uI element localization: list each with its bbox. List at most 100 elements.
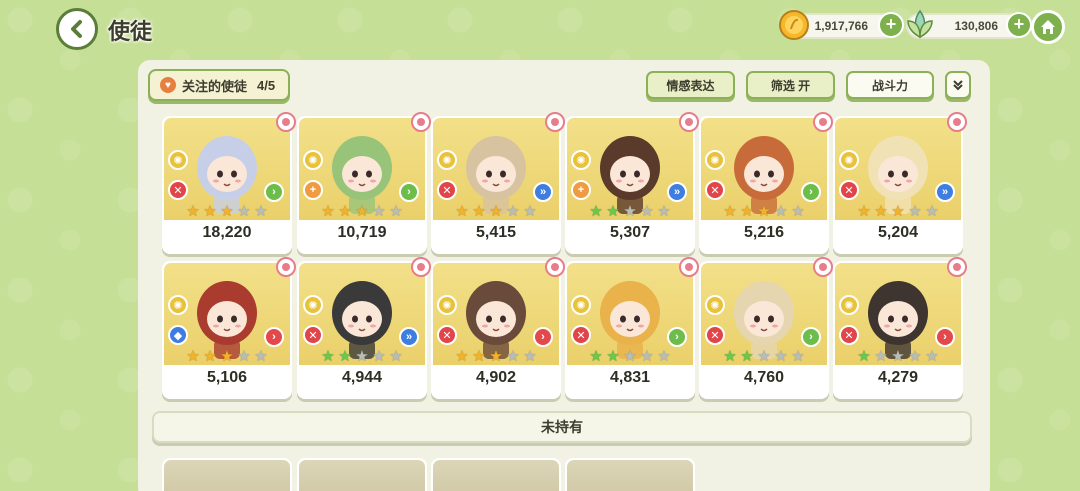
star-icon: ★ (723, 203, 737, 220)
add-crystal-button[interactable]: + (1006, 12, 1032, 38)
star-icon: ★ (891, 348, 905, 365)
star-icon: ★ (220, 203, 234, 220)
star-icon: ★ (589, 348, 603, 365)
favorite-flower-icon[interactable] (679, 112, 699, 132)
sun-element-icon: ✺ (168, 150, 188, 170)
combat-power: 4,902 (475, 369, 517, 386)
combat-power: 5,216 (743, 224, 785, 241)
star-icon: ★ (372, 203, 386, 220)
role-atk-icon: ✕ (839, 325, 859, 345)
arrow-red-icon: › (264, 327, 284, 347)
apostle-chibi-art (197, 136, 257, 214)
role-atk-icon: ✕ (839, 180, 859, 200)
star-rating: ★ ★ ★ ★ ★ (833, 349, 963, 365)
apostle-card[interactable]: ✺ ✕ › ★ ★ ★ ★ ★ 4,902 (431, 257, 565, 399)
star-icon: ★ (455, 203, 469, 220)
apostle-card[interactable]: ✺ ✕ › ★ ★ ★ ★ ★ 4,831 (565, 257, 699, 399)
star-rating: ★ ★ ★ ★ ★ (699, 204, 829, 220)
arrow-red-icon: › (935, 327, 955, 347)
back-button[interactable] (56, 8, 98, 50)
apostle-card[interactable]: ✺ ✕» ★ ★ ★ ★ ★ 4,944 (297, 257, 431, 399)
favorite-flower-icon[interactable] (411, 112, 431, 132)
favorite-flower-icon[interactable] (545, 112, 565, 132)
apostle-card[interactable]: ✺ ✕ › ★ ★ ★ ★ ★ 4,760 (699, 257, 833, 399)
apostle-card[interactable]: ✺ ◆ › ★ ★ ★ ★ ★ 5,106 (162, 257, 296, 399)
star-icon: ★ (791, 203, 805, 220)
crystal-amount: 130,806 (954, 19, 998, 33)
unowned-apostle-card[interactable] (297, 458, 427, 491)
apostle-chibi-art (600, 136, 660, 214)
gold-currency: 1,917,766 + (779, 10, 904, 42)
role-sup-icon: + (571, 180, 591, 200)
star-rating: ★ ★ ★ ★ ★ (162, 349, 292, 365)
apostle-chibi-art (868, 136, 928, 214)
sort-power-button[interactable]: 战斗力 (846, 71, 934, 99)
role-atk-icon: ✕ (168, 180, 188, 200)
favorite-flower-icon[interactable] (679, 257, 699, 277)
star-icon: ★ (606, 203, 620, 220)
role-atk-icon: ✕ (303, 325, 323, 345)
apostle-silhouette (567, 460, 693, 491)
favorite-flower-icon[interactable] (411, 257, 431, 277)
arrow-green-icon: › (801, 182, 821, 202)
chevron-left-icon (71, 20, 82, 38)
star-icon: ★ (321, 203, 335, 220)
star-icon: ★ (489, 348, 503, 365)
star-icon: ★ (338, 203, 352, 220)
emotion-button[interactable]: 情感表达 (646, 71, 735, 99)
gold-amount: 1,917,766 (814, 19, 868, 33)
collapse-button[interactable] (945, 71, 971, 99)
star-icon: ★ (925, 203, 939, 220)
sun-element-icon: ✺ (303, 150, 323, 170)
favorite-flower-icon[interactable] (276, 257, 296, 277)
apostle-card[interactable]: ✺ ✕ › ★ ★ ★ ★ ★ 18,220 (162, 112, 296, 254)
star-icon: ★ (774, 203, 788, 220)
star-rating: ★ ★ ★ ★ ★ (162, 204, 292, 220)
combat-power: 5,204 (877, 224, 919, 241)
star-icon: ★ (237, 203, 251, 220)
star-rating: ★ ★ ★ ★ ★ (297, 204, 427, 220)
apostle-card[interactable]: ✺ + › ★ ★ ★ ★ ★ 10,719 (297, 112, 431, 254)
filter-button[interactable]: 筛选 开 (746, 71, 835, 99)
apostle-chibi-art (734, 136, 794, 214)
star-rating: ★ ★ ★ ★ ★ (699, 349, 829, 365)
unowned-apostle-card[interactable] (565, 458, 695, 491)
star-icon: ★ (355, 203, 369, 220)
apostle-card[interactable]: ✺ ✕ › ★ ★ ★ ★ ★ 4,279 (833, 257, 967, 399)
sun-element-icon: ✺ (168, 295, 188, 315)
star-icon: ★ (757, 203, 771, 220)
star-icon: ★ (857, 203, 871, 220)
add-gold-button[interactable]: + (878, 12, 904, 38)
apostle-card[interactable]: ✺ ✕ › ★ ★ ★ ★ ★ 5,216 (699, 112, 833, 254)
combat-power: 5,106 (206, 369, 248, 386)
star-rating: ★ ★ ★ ★ ★ (297, 349, 427, 365)
star-icon: ★ (472, 203, 486, 220)
favorite-flower-icon[interactable] (813, 257, 833, 277)
combat-power: 18,220 (202, 224, 252, 241)
favorite-flower-icon[interactable] (276, 112, 296, 132)
star-icon: ★ (389, 348, 403, 365)
favorite-flower-icon[interactable] (947, 257, 967, 277)
star-icon: ★ (657, 348, 671, 365)
chevron-double-down-icon (953, 80, 963, 91)
star-rating: ★ ★ ★ ★ ★ (431, 204, 561, 220)
apostle-card[interactable]: ✺ +» ★ ★ ★ ★ ★ 5,307 (565, 112, 699, 254)
unowned-apostle-card[interactable] (162, 458, 292, 491)
favorite-apostles-button[interactable]: ♥ 关注的使徒 4/5 (148, 69, 290, 101)
apostle-chibi-art (197, 281, 257, 359)
favorite-flower-icon[interactable] (545, 257, 565, 277)
apostle-card[interactable]: ✺ ✕» ★ ★ ★ ★ ★ 5,415 (431, 112, 565, 254)
apostle-card[interactable]: ✺ ✕» ★ ★ ★ ★ ★ 5,204 (833, 112, 967, 254)
unowned-apostle-card[interactable] (431, 458, 561, 491)
favorite-flower-icon[interactable] (813, 112, 833, 132)
sun-element-icon: ✺ (437, 150, 457, 170)
heart-icon: ♥ (160, 77, 176, 93)
home-button[interactable] (1031, 10, 1065, 44)
star-icon: ★ (506, 203, 520, 220)
not-owned-header[interactable]: 未持有 (152, 411, 972, 443)
apostle-chibi-art (734, 281, 794, 359)
apostle-chibi-art (600, 281, 660, 359)
apostle-chibi-art (868, 281, 928, 359)
favorite-flower-icon[interactable] (947, 112, 967, 132)
combat-power: 4,279 (877, 369, 919, 386)
